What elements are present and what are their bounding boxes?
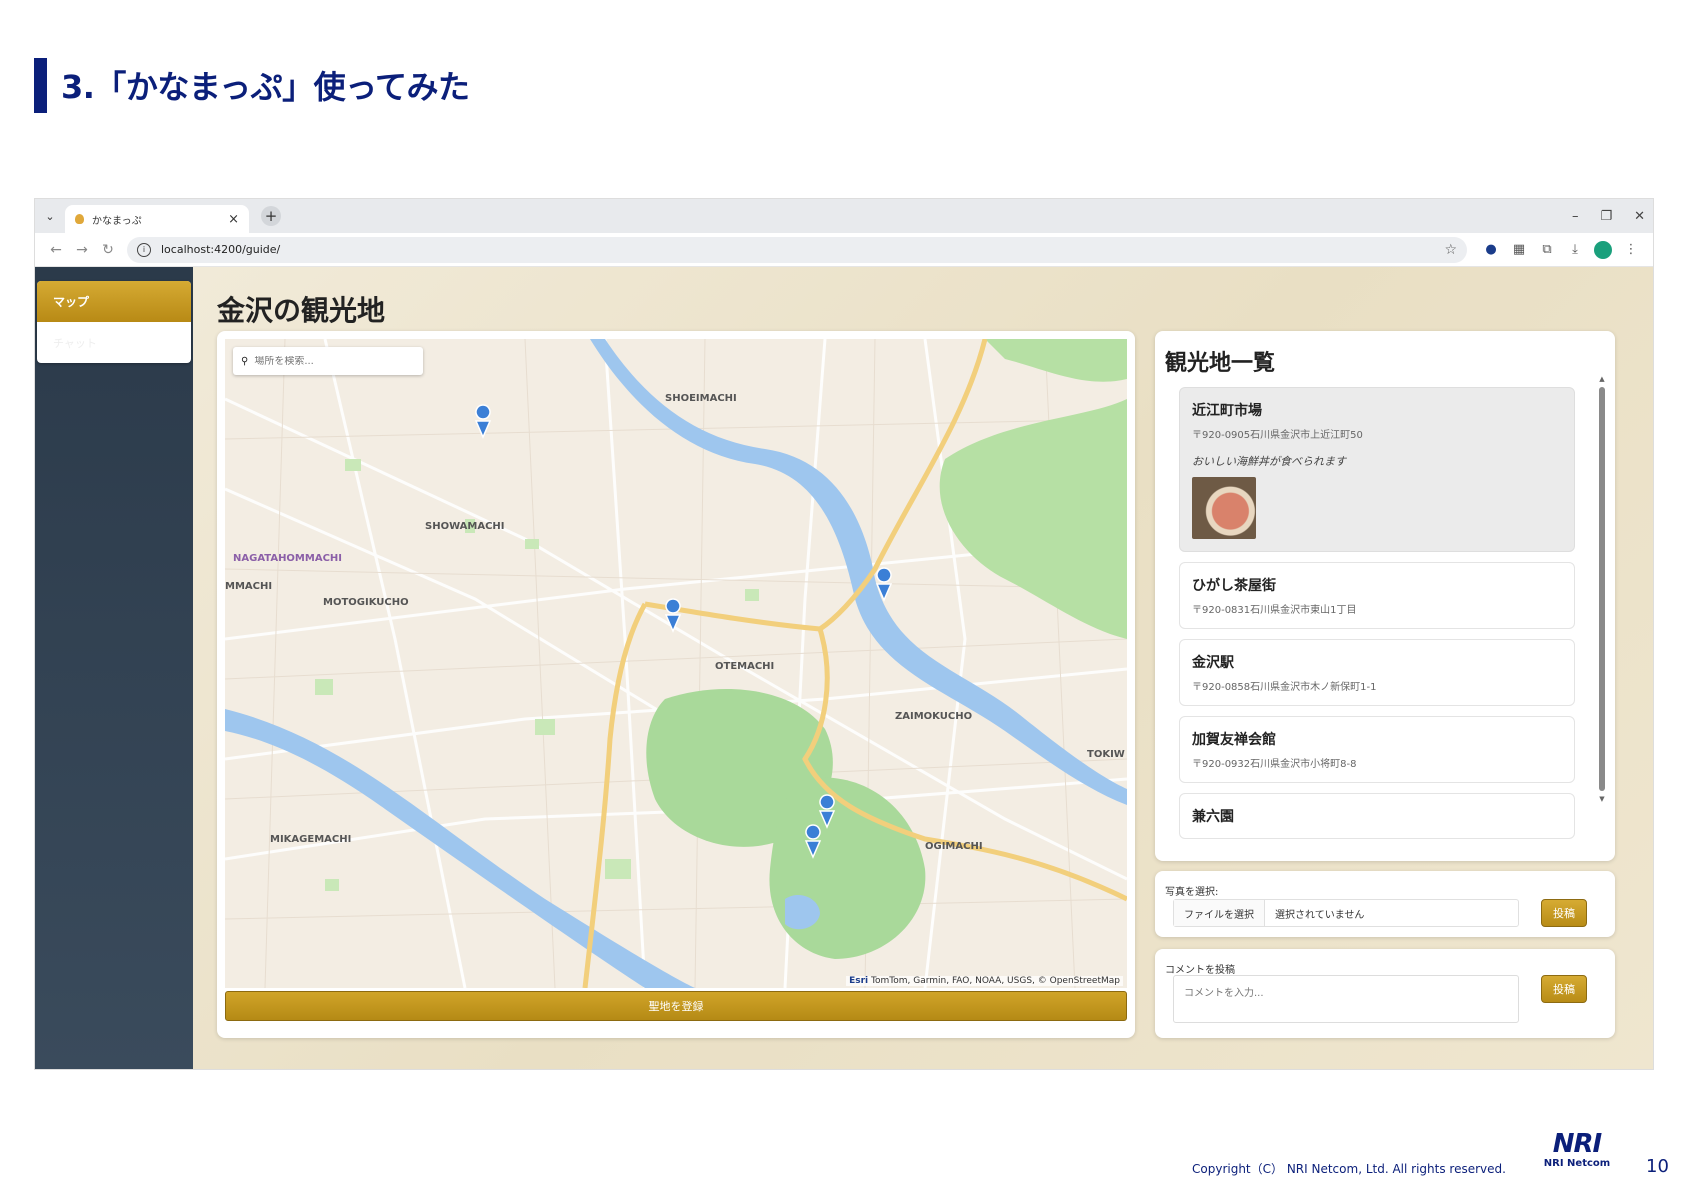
forward-icon[interactable]: → — [69, 242, 95, 258]
map-label: OTEMACHI — [715, 661, 774, 672]
comment-post-button[interactable]: 投稿 — [1541, 975, 1587, 1003]
comment-label: コメントを投稿 — [1165, 965, 1235, 976]
spot-name: 近江町市場 — [1192, 403, 1262, 419]
comment-card: コメントを投稿 投稿 — [1155, 949, 1615, 1038]
spot-name: 兼六園 — [1192, 809, 1234, 825]
bookmark-star-icon[interactable]: ☆ — [1444, 242, 1457, 258]
file-input[interactable]: ファイルを選択 選択されていません — [1173, 899, 1519, 927]
nri-logo: NRI NRI Netcom — [1540, 1130, 1614, 1169]
sidebar-item-chat[interactable]: チャット — [37, 322, 191, 363]
sidebar-menu: マップ チャット — [37, 281, 191, 363]
extension-check-icon[interactable]: ● — [1477, 242, 1505, 257]
slide-title: 3.「かなまっぷ」使ってみた — [34, 57, 470, 113]
map-card: SHOEIMACHI SHOWAMACHI NAGATAHOMMACHI MMA… — [217, 331, 1135, 1038]
tab-close-icon[interactable]: × — [228, 212, 239, 227]
main-content: 金沢の観光地 SHOEIMACHI SHOWAMACHI NAGATAHOMMA… — [193, 267, 1653, 1069]
map-label: OGIMACHI — [925, 841, 983, 852]
sidebar-item-map[interactable]: マップ — [37, 281, 191, 322]
spot-name: ひがし茶屋街 — [1192, 578, 1276, 594]
map-label: SHOEIMACHI — [665, 393, 737, 404]
list-item[interactable]: 兼六園 — [1179, 793, 1575, 839]
scroll-thumb[interactable] — [1599, 387, 1605, 791]
profile-avatar[interactable] — [1594, 240, 1612, 259]
map-canvas[interactable]: SHOEIMACHI SHOWAMACHI NAGATAHOMMACHI MMA… — [225, 339, 1127, 988]
copyright-text: Copyright（C） NRI Netcom, Ltd. All rights… — [1192, 1162, 1506, 1176]
list-item[interactable]: 加賀友禅会館 〒920-0932石川県金沢市小将町8-8 — [1179, 716, 1575, 783]
map-label: TOKIW — [1087, 749, 1125, 760]
spot-address: 〒920-0858石川県金沢市木ノ新保町1-1 — [1192, 682, 1377, 693]
map-attribution: Esri TomTom, Garmin, FAO, NOAA, USGS, © … — [846, 976, 1123, 986]
reload-icon[interactable]: ↻ — [95, 242, 121, 258]
title-accent-bar — [34, 57, 47, 113]
map-label: ZAIMOKUCHO — [895, 711, 972, 722]
app-root: マップ チャット 金沢の観光地 SHOEIMACHI SHOWAMACHI NA… — [35, 267, 1653, 1069]
file-status: 選択されていません — [1275, 909, 1365, 921]
tab-bar: ⌄ かなまっぷ × + – ❐ ✕ — [35, 199, 1653, 233]
choose-file-button[interactable]: ファイルを選択 — [1174, 900, 1265, 926]
list-item[interactable]: ひがし茶屋街 〒920-0831石川県金沢市東山1丁目 — [1179, 562, 1575, 629]
map-label: MMACHI — [225, 581, 272, 592]
map-label: NAGATAHOMMACHI — [233, 553, 342, 564]
sidebar: マップ チャット — [35, 267, 193, 1069]
search-icon: ⚲ — [241, 355, 249, 367]
spot-photo[interactable] — [1192, 477, 1256, 539]
window-close-icon[interactable]: ✕ — [1634, 209, 1645, 224]
window-controls: – ❐ ✕ — [1572, 199, 1645, 233]
back-icon[interactable]: ← — [43, 242, 69, 258]
spot-address: 〒920-0905石川県金沢市上近江町50 — [1192, 430, 1363, 441]
browser-toolbar: ← → ↻ i localhost:4200/guide/ ☆ ● ▦ ⧉ ⤓ … — [35, 233, 1653, 267]
restore-icon[interactable]: ❐ — [1600, 209, 1612, 224]
map-label: MIKAGEMACHI — [270, 834, 351, 845]
minimize-icon[interactable]: – — [1572, 209, 1579, 224]
logo-mark: NRI — [1552, 1129, 1602, 1159]
scroll-down-icon[interactable]: ▼ — [1597, 795, 1607, 803]
url-text[interactable]: localhost:4200/guide/ — [161, 243, 1444, 256]
spot-list: 近江町市場 〒920-0905石川県金沢市上近江町50 おいしい海鮮丼が食べられ… — [1179, 387, 1575, 847]
attribution-text: TomTom, Garmin, FAO, NOAA, USGS, © OpenS… — [871, 976, 1120, 986]
map-label: MOTOGIKUCHO — [323, 597, 409, 608]
spot-list-card: 観光地一覧 近江町市場 〒920-0905石川県金沢市上近江町50 おいしい海鮮… — [1155, 331, 1615, 861]
slide-footer: Copyright（C） NRI Netcom, Ltd. All rights… — [0, 1130, 1684, 1180]
spot-description: おいしい海鮮丼が食べられます — [1192, 455, 1346, 468]
photo-upload-card: 写真を選択: ファイルを選択 選択されていません 投稿 — [1155, 871, 1615, 937]
photo-post-button[interactable]: 投稿 — [1541, 899, 1587, 927]
list-item[interactable]: 金沢駅 〒920-0858石川県金沢市木ノ新保町1-1 — [1179, 639, 1575, 706]
qr-icon[interactable]: ▦ — [1505, 242, 1533, 257]
comment-input[interactable] — [1173, 975, 1519, 1023]
slide: 3.「かなまっぷ」使ってみた ⌄ かなまっぷ × + – ❐ ✕ ← → ↻ i… — [0, 0, 1684, 1191]
extensions-puzzle-icon[interactable]: ⧉ — [1533, 242, 1561, 257]
logo-subtext: NRI Netcom — [1543, 1158, 1611, 1169]
tab-title: かなまっぷ — [92, 215, 142, 227]
download-icon[interactable]: ⤓ — [1561, 242, 1589, 257]
spot-name: 加賀友禅会館 — [1192, 732, 1276, 748]
map-search-box[interactable]: ⚲ — [233, 347, 423, 375]
new-tab-button[interactable]: + — [261, 206, 281, 226]
favicon-icon — [75, 214, 84, 224]
browser-window: ⌄ かなまっぷ × + – ❐ ✕ ← → ↻ i localhost:4200… — [34, 198, 1654, 1070]
map-search-input[interactable] — [254, 355, 415, 367]
spot-list-title: 観光地一覧 — [1165, 351, 1276, 376]
slide-heading: 3.「かなまっぷ」使ってみた — [61, 68, 470, 106]
spot-address: 〒920-0831石川県金沢市東山1丁目 — [1192, 605, 1357, 616]
esri-brand: Esri — [849, 976, 869, 986]
map-label: SHOWAMACHI — [425, 521, 505, 532]
scroll-up-icon[interactable]: ▲ — [1597, 375, 1607, 383]
tab-search-icon[interactable]: ⌄ — [35, 210, 65, 223]
site-info-icon[interactable]: i — [137, 242, 151, 257]
register-spot-button[interactable]: 聖地を登録 — [225, 991, 1127, 1021]
spot-name: 金沢駅 — [1192, 655, 1234, 671]
list-item[interactable]: 近江町市場 〒920-0905石川県金沢市上近江町50 おいしい海鮮丼が食べられ… — [1179, 387, 1575, 552]
spot-address: 〒920-0932石川県金沢市小将町8-8 — [1192, 759, 1357, 770]
page-title: 金沢の観光地 — [217, 294, 386, 327]
map-view[interactable]: SHOEIMACHI SHOWAMACHI NAGATAHOMMACHI MMA… — [225, 339, 1127, 988]
menu-kebab-icon[interactable]: ⋮ — [1617, 242, 1645, 257]
browser-tab[interactable]: かなまっぷ × — [65, 205, 249, 233]
photo-select-label: 写真を選択: — [1165, 887, 1219, 898]
address-bar[interactable]: i localhost:4200/guide/ ☆ — [127, 236, 1467, 263]
list-scrollbar[interactable]: ▲ ▼ — [1597, 375, 1607, 853]
page-number: 10 — [1646, 1156, 1669, 1177]
